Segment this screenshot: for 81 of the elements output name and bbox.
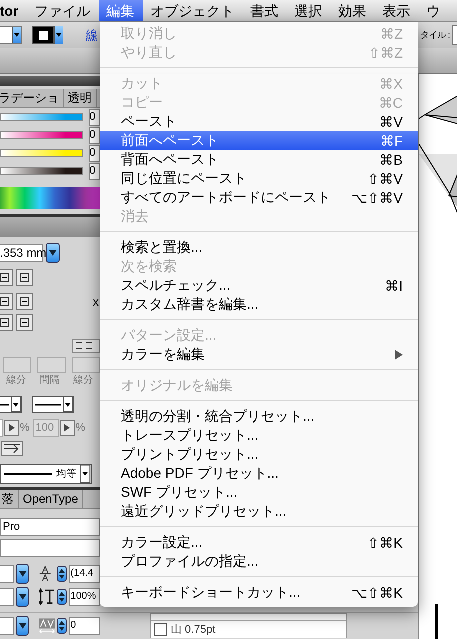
menu-title[interactable]: 編集 bbox=[98, 0, 143, 21]
play-button-icon[interactable] bbox=[60, 420, 75, 436]
join-button-icon[interactable] bbox=[0, 293, 13, 310]
menu-item[interactable]: 検索と置換... bbox=[100, 238, 418, 257]
menu-item[interactable]: カスタム辞書を編集... bbox=[100, 295, 418, 314]
value-field[interactable]: 0 bbox=[88, 162, 100, 180]
color-slider[interactable] bbox=[0, 113, 83, 121]
menu-item[interactable]: トレースプリセット... bbox=[100, 426, 418, 445]
play-button-icon[interactable] bbox=[4, 420, 19, 436]
menu-item[interactable]: すべてのアートボードにペースト ⌥⇧⌘V bbox=[100, 188, 418, 207]
menu-item[interactable]: ペースト ⌘V bbox=[100, 112, 418, 131]
menu-title[interactable]: 選択 bbox=[286, 0, 331, 21]
dash-field[interactable] bbox=[37, 357, 66, 373]
menu-item[interactable]: カラー設定... ⇧⌘K bbox=[100, 533, 418, 552]
font-style-field[interactable] bbox=[0, 539, 100, 557]
font-size-field[interactable] bbox=[0, 565, 14, 583]
font-size-field[interactable] bbox=[0, 617, 14, 635]
value-field[interactable]: 0 bbox=[88, 126, 100, 144]
menu-item[interactable]: 同じ位置にペースト ⇧⌘V bbox=[100, 169, 418, 188]
vertical-scale-icon bbox=[38, 588, 56, 606]
menu-item[interactable]: SWF プリセット... bbox=[100, 483, 418, 502]
color-slider[interactable] bbox=[0, 167, 83, 175]
color-slider[interactable] bbox=[0, 131, 83, 139]
profile-dropdown[interactable]: 均等 bbox=[0, 464, 92, 484]
arrowhead-dropdown[interactable] bbox=[0, 396, 22, 413]
panel-tab[interactable]: 落 bbox=[0, 490, 19, 508]
dash-label: 線分 bbox=[72, 374, 94, 387]
style-field[interactable] bbox=[452, 25, 457, 45]
menu-title[interactable]: tor bbox=[0, 0, 27, 21]
spinner-icon[interactable] bbox=[57, 566, 67, 582]
arrowhead-dropdown[interactable] bbox=[32, 396, 74, 413]
dash-label: 間隔 bbox=[38, 374, 61, 387]
stroke-link[interactable]: 線 bbox=[86, 26, 98, 44]
spinner-icon[interactable] bbox=[57, 589, 67, 605]
cap-button-icon[interactable] bbox=[16, 269, 33, 286]
font-size-field[interactable] bbox=[0, 588, 14, 606]
menu-item[interactable]: Adobe PDF プリセット... bbox=[100, 464, 418, 483]
dropdown-arrow-icon[interactable] bbox=[11, 397, 21, 412]
spinner-icon[interactable] bbox=[57, 618, 67, 634]
panel-tab[interactable]: ラデーショ bbox=[0, 89, 64, 107]
tracking-icon bbox=[38, 617, 56, 635]
menu-title[interactable]: ウ bbox=[418, 0, 449, 21]
leading-field[interactable]: (14.4 bbox=[68, 565, 100, 583]
join-button-icon[interactable] bbox=[16, 293, 33, 310]
menu-title[interactable]: 効果 bbox=[330, 0, 375, 21]
menu-title[interactable]: 表示 bbox=[374, 0, 419, 21]
multiply-label: x bbox=[93, 294, 99, 308]
percent-label: % bbox=[20, 422, 30, 434]
vertical-scale-field[interactable]: 100% bbox=[68, 588, 100, 606]
stroke-swatch-dropdown[interactable] bbox=[32, 26, 63, 44]
percent-label: % bbox=[76, 422, 86, 434]
menu-title[interactable]: 書式 bbox=[242, 0, 287, 21]
menu-title[interactable]: ファイル bbox=[26, 0, 99, 21]
font-family-field[interactable]: Pro bbox=[0, 518, 100, 536]
dash-field[interactable] bbox=[72, 357, 100, 373]
tracking-field[interactable]: 0 bbox=[68, 617, 100, 635]
menu-item[interactable]: プリントプリセット... bbox=[100, 445, 418, 464]
menu-item[interactable]: カラーを編集 bbox=[100, 345, 418, 364]
value-field[interactable]: 0 bbox=[88, 108, 100, 126]
menu-item[interactable]: 背面へペースト ⌘B bbox=[100, 150, 418, 169]
menu-item[interactable]: スペルチェック... ⌘I bbox=[100, 276, 418, 295]
dash-label: 線分 bbox=[6, 374, 28, 387]
cap-button-icon[interactable] bbox=[0, 269, 13, 286]
stroke-line-icon bbox=[4, 472, 52, 476]
menu-title[interactable]: オブジェクト bbox=[142, 0, 243, 21]
align-stroke-icon[interactable] bbox=[16, 314, 33, 331]
menu-item[interactable]: 遠近グリッドプリセット... bbox=[100, 502, 418, 521]
style-label: タイル : bbox=[420, 28, 450, 42]
fill-dropdown[interactable] bbox=[0, 26, 22, 44]
dash-field[interactable] bbox=[3, 357, 32, 373]
color-spectrum[interactable] bbox=[0, 187, 100, 209]
align-stroke-icon[interactable] bbox=[0, 314, 13, 331]
menu-item[interactable]: 前面へペースト ⌘F bbox=[100, 131, 418, 150]
menu-item[interactable]: プロファイルの指定... bbox=[100, 552, 418, 571]
dropdown-arrow-icon[interactable] bbox=[80, 465, 91, 483]
color-slider[interactable] bbox=[0, 149, 83, 157]
dropdown-arrow-icon[interactable] bbox=[63, 397, 73, 412]
menu-item[interactable]: キーボードショートカット... ⌥⇧⌘K bbox=[100, 583, 418, 602]
menu-item[interactable]: 透明の分割・統合プリセット... bbox=[100, 407, 418, 426]
value-field[interactable]: 0 bbox=[88, 144, 100, 162]
align-arrow-icon[interactable] bbox=[1, 441, 23, 456]
